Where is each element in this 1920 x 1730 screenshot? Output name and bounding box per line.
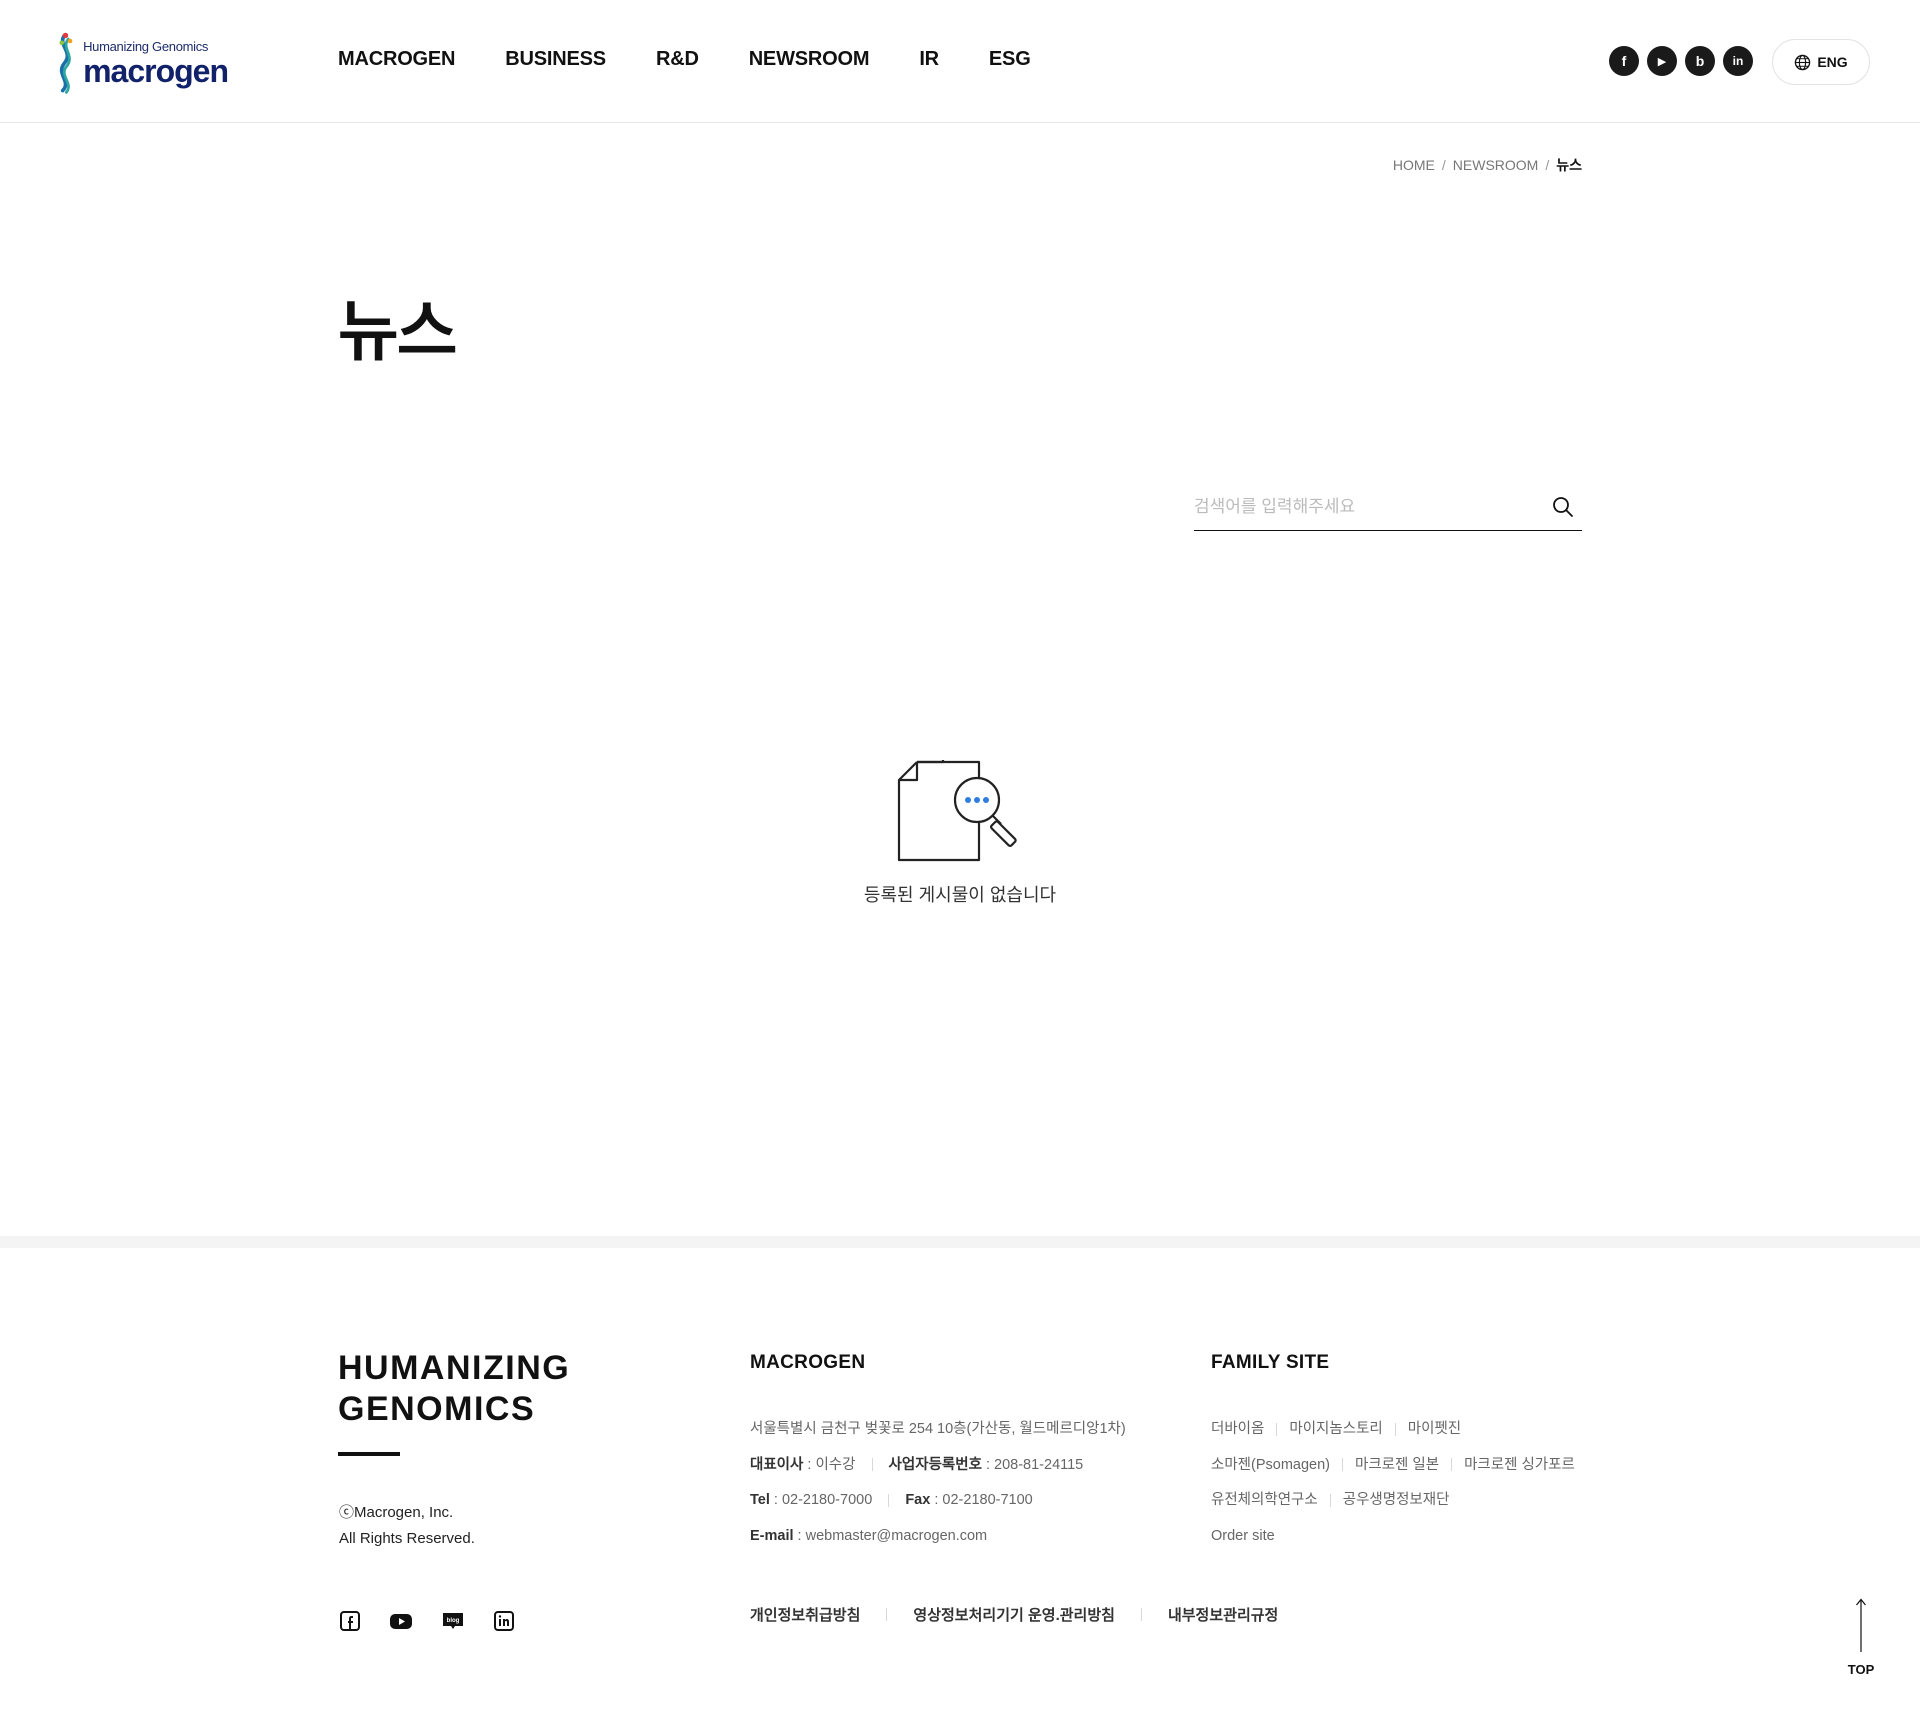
footer-sns-links: blog xyxy=(339,1610,543,1632)
youtube-icon[interactable]: ▶ xyxy=(1647,46,1677,76)
reg-value: : 208-81-24115 xyxy=(985,1456,1084,1473)
tel-label: Tel xyxy=(750,1492,770,1509)
youtube-icon[interactable] xyxy=(389,1610,413,1632)
macrogen-logo[interactable]: Humanizing Genomics macrogen xyxy=(48,28,229,98)
facebook-icon[interactable]: f xyxy=(1609,46,1639,76)
internal-info-policy-link[interactable]: 내부정보관리규정 xyxy=(1168,1604,1278,1625)
family-link-genome-institute[interactable]: 유전체의학연구소 xyxy=(1211,1492,1318,1508)
empty-message: 등록된 게시물이 없습니다 xyxy=(863,885,1057,905)
scroll-top-button[interactable]: TOP xyxy=(1844,1598,1878,1684)
family-row: 유전체의학연구소 공우생명정보재단 xyxy=(1211,1483,1575,1519)
slogan-line-2: GENOMICS xyxy=(338,1389,536,1428)
company-email: E-mail : webmaster@macrogen.com xyxy=(750,1519,1126,1555)
linkedin-icon[interactable]: in xyxy=(1723,46,1753,76)
divider xyxy=(1140,1608,1142,1621)
header-sns-links: f ▶ b in xyxy=(1601,46,1753,76)
logo-tagline: Humanizing Genomics xyxy=(83,38,209,54)
empty-state: 등록된 게시물이 없습니다 xyxy=(760,754,1160,907)
blog-icon[interactable]: b xyxy=(1685,46,1715,76)
search-button[interactable] xyxy=(1548,492,1578,522)
blog-icon[interactable]: blog xyxy=(441,1610,465,1632)
family-link-order-site[interactable]: Order site xyxy=(1211,1528,1275,1544)
language-button[interactable]: ENG xyxy=(1772,39,1870,85)
page-title: 뉴스 xyxy=(338,294,457,368)
slogan-underline xyxy=(338,1452,400,1456)
fax-label: Fax xyxy=(905,1492,931,1509)
privacy-policy-link[interactable]: 개인정보취급방침 xyxy=(750,1604,860,1625)
tel-value: : 02-2180-7000 xyxy=(773,1492,873,1509)
arrow-up-icon xyxy=(1856,1598,1866,1652)
divider xyxy=(1451,1458,1453,1472)
family-row: Order site xyxy=(1211,1519,1575,1555)
divider xyxy=(871,1458,873,1472)
dna-logo-icon xyxy=(59,32,73,94)
fax-value: : 02-2180-7100 xyxy=(934,1492,1033,1509)
site-footer: HUMANIZING GENOMICS ⓒMacrogen, Inc. All … xyxy=(0,1248,1920,1730)
breadcrumb-separator: / xyxy=(1441,157,1446,173)
family-link-singapore[interactable]: 마크로젠 싱가포르 xyxy=(1464,1457,1575,1473)
document-search-icon xyxy=(897,760,1017,862)
company-info: 서울특별시 금천구 벚꽃로 254 10층(가산동, 월드메르디앙1차) 대표이… xyxy=(750,1412,1126,1554)
footer-policies: 개인정보취급방침 영상정보처리기기 운영.관리방침 내부정보관리규정 xyxy=(750,1604,1278,1625)
copyright: ⓒMacrogen, Inc. All Rights Reserved. xyxy=(339,1500,475,1551)
nav-ir[interactable]: IR xyxy=(919,48,939,71)
main-navigation: MACROGEN BUSINESS R&D NEWSROOM IR ESG xyxy=(338,48,1081,71)
breadcrumb-current: 뉴스 xyxy=(1556,157,1582,173)
slogan-line-1: HUMANIZING xyxy=(338,1349,571,1387)
breadcrumb-separator: / xyxy=(1545,157,1550,173)
breadcrumb: HOME / NEWSROOM / 뉴스 xyxy=(1393,155,1582,175)
family-row: 더바이옴 마이지놈스토리 마이펫진 xyxy=(1211,1412,1575,1448)
reg-label: 사업자등록번호 xyxy=(888,1456,982,1473)
footer-slogan: HUMANIZING GENOMICS xyxy=(338,1348,570,1430)
copyright-line-2: All Rights Reserved. xyxy=(339,1529,475,1547)
family-link-thebiome[interactable]: 더바이옴 xyxy=(1211,1421,1264,1437)
site-header: Humanizing Genomics macrogen MACROGEN BU… xyxy=(0,0,1920,123)
family-link-psomagen[interactable]: 소마젠(Psomagen) xyxy=(1211,1457,1330,1473)
company-ceo-reg: 대표이사 : 이수강 사업자등록번호 : 208-81-24115 xyxy=(750,1448,1126,1484)
facebook-icon[interactable] xyxy=(339,1610,361,1632)
breadcrumb-newsroom[interactable]: NEWSROOM xyxy=(1453,157,1539,173)
divider xyxy=(1329,1493,1331,1507)
divider xyxy=(1342,1458,1343,1472)
family-site-links: 더바이옴 마이지놈스토리 마이펫진 소마젠(Psomagen) 마크로젠 일본 마크로젠… xyxy=(1211,1412,1575,1554)
nav-business[interactable]: BUSINESS xyxy=(505,48,606,71)
nav-macrogen[interactable]: MACROGEN xyxy=(338,48,455,71)
logo-wordmark: macrogen xyxy=(83,52,229,89)
family-row: 소마젠(Psomagen) 마크로젠 일본 마크로젠 싱가포르 xyxy=(1211,1448,1575,1484)
cctv-policy-link[interactable]: 영상정보처리기기 운영.관리방침 xyxy=(913,1604,1115,1625)
top-label: TOP xyxy=(1847,1662,1875,1677)
language-label: ENG xyxy=(1817,54,1848,70)
linkedin-icon[interactable] xyxy=(493,1610,515,1632)
search-input[interactable] xyxy=(1194,496,1548,517)
divider xyxy=(1276,1422,1278,1436)
nav-rnd[interactable]: R&D xyxy=(656,48,699,71)
family-site-title: FAMILY SITE xyxy=(1211,1352,1330,1373)
family-link-mygenomestory[interactable]: 마이지놈스토리 xyxy=(1289,1421,1382,1437)
footer-family-site: FAMILY SITE 더바이옴 마이지놈스토리 마이펫진 소마젠(Psomagen… xyxy=(1211,1352,1575,1554)
nav-esg[interactable]: ESG xyxy=(989,48,1031,71)
email-label: E-mail xyxy=(750,1527,794,1544)
company-contact: Tel : 02-2180-7000 Fax : 02-2180-7100 xyxy=(750,1483,1126,1519)
family-link-foundation[interactable]: 공우생명정보재단 xyxy=(1343,1492,1450,1508)
nav-newsroom[interactable]: NEWSROOM xyxy=(749,48,870,71)
family-link-mypetgene[interactable]: 마이펫진 xyxy=(1408,1421,1461,1437)
family-link-japan[interactable]: 마크로젠 일본 xyxy=(1355,1457,1439,1473)
svg-text:blog: blog xyxy=(447,1618,460,1624)
search-icon xyxy=(1553,496,1573,517)
company-address: 서울특별시 금천구 벚꽃로 254 10층(가산동, 월드메르디앙1차) xyxy=(750,1421,1126,1437)
globe-icon xyxy=(1795,54,1811,70)
divider xyxy=(888,1493,890,1507)
footer-company-title: MACROGEN xyxy=(750,1352,866,1373)
footer-company: MACROGEN 서울특별시 금천구 벚꽃로 254 10층(가산동, 월드메르… xyxy=(750,1352,1126,1554)
footer-divider xyxy=(0,1236,1920,1248)
ceo-label: 대표이사 xyxy=(750,1456,804,1473)
divider xyxy=(886,1608,888,1621)
copyright-line-1: ⓒMacrogen, Inc. xyxy=(339,1504,454,1521)
breadcrumb-home[interactable]: HOME xyxy=(1393,157,1435,173)
divider xyxy=(1394,1422,1396,1436)
email-value[interactable]: : webmaster@macrogen.com xyxy=(798,1528,988,1544)
ceo-value: : 이수강 xyxy=(807,1456,856,1473)
search-bar xyxy=(1194,483,1582,531)
